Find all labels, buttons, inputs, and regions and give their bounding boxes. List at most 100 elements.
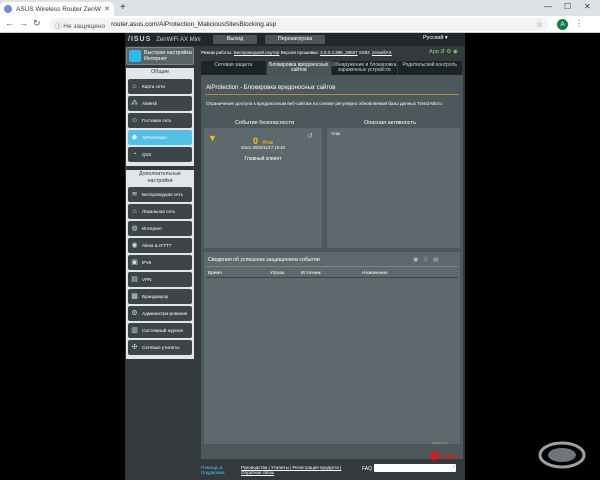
security-indicator[interactable]: ⓘ Не защищено bbox=[55, 20, 105, 30]
profile-avatar[interactable]: A bbox=[557, 19, 568, 30]
shield-icon: ◆ bbox=[131, 134, 138, 141]
sidebar-item-label: Гостевая сеть bbox=[142, 117, 172, 123]
faq-label: FAQ bbox=[362, 466, 373, 472]
quick-setup-button[interactable]: Быстрая настройка Интернет bbox=[126, 47, 194, 65]
sidebar-item-wireless[interactable]: ≋ Беспроводная сеть bbox=[128, 187, 192, 202]
lan-icon: ⌂ bbox=[132, 208, 137, 215]
top-client-label: Главный клиент bbox=[244, 156, 282, 162]
browser-toolbar: ← → ↻ ⓘ Не защищено router.asus.com/AiPr… bbox=[0, 16, 600, 33]
qos-icon: ◔ bbox=[132, 151, 137, 158]
sidebar-item-administration[interactable]: ⚙ Администри-рование bbox=[128, 306, 192, 321]
footer-links[interactable]: Руководства | Утилиты | Регистрация прод… bbox=[241, 465, 356, 475]
asus-logo[interactable]: /ISUS bbox=[128, 36, 151, 43]
sidebar-item-label: QoS bbox=[142, 151, 152, 157]
tab-parental-controls[interactable]: Родительский контроль bbox=[397, 61, 462, 75]
ssid-value[interactable]: zenwifiAX bbox=[372, 50, 392, 55]
status-icons: App ⇵ ⚙ ◉ bbox=[429, 49, 458, 55]
sidebar-item-label: Alexa & IFTTT bbox=[142, 242, 172, 248]
delete-icon[interactable]: ▯ bbox=[424, 257, 433, 263]
ipv6-icon: ▣ bbox=[131, 259, 138, 266]
status-bar: Режим работы: Беспроводной роутер Версия… bbox=[201, 50, 392, 55]
events-actions: ▣▯▤ bbox=[413, 257, 444, 263]
col-destination: Назначение bbox=[362, 270, 388, 275]
col-time: Время bbox=[208, 270, 222, 275]
reset-counter-icon[interactable]: ↺ bbox=[307, 132, 313, 140]
sidebar-item-qos[interactable]: ◔ QoS bbox=[128, 147, 192, 162]
router-ui: /ISUS ZenWiFi AX Mini Выход Перезагрузка… bbox=[125, 33, 465, 480]
tab-malicious-sites-blocking[interactable]: Блокировка вредоносных сайтов bbox=[266, 61, 331, 75]
sidebar-item-aimesh[interactable]: ⁂ AiMesh bbox=[128, 96, 192, 111]
address-bar[interactable]: ⓘ Не защищено router.asus.com/AiProtecti… bbox=[49, 18, 549, 31]
close-tab-icon[interactable]: ✕ bbox=[104, 5, 110, 13]
sidebar-item-label: Интернет bbox=[142, 225, 163, 231]
reboot-button[interactable]: Перезагрузка bbox=[265, 35, 325, 44]
reload-icon[interactable]: ↻ bbox=[33, 18, 41, 29]
sidebar-item-guest-network[interactable]: ☺ Гостевая сеть bbox=[128, 113, 192, 128]
language-select[interactable]: Русский ▾ bbox=[423, 35, 448, 41]
admin-icon: ⚙ bbox=[131, 310, 138, 317]
bookmark-star-icon[interactable]: ☆ bbox=[536, 20, 543, 29]
sidebar-item-label: AiMesh bbox=[142, 100, 158, 106]
favicon-icon bbox=[4, 5, 12, 13]
mode-value[interactable]: Беспроводной роутер bbox=[234, 50, 280, 55]
wan-status-icon[interactable]: ⇵ bbox=[440, 49, 445, 55]
wifi-status-icon[interactable]: ◉ bbox=[453, 49, 458, 55]
firmware-value[interactable]: 3.0.0.4.386_39507 bbox=[320, 50, 358, 55]
advanced-menu: ≋ Беспроводная сеть ⌂ Локальная сеть ◍ Инте… bbox=[126, 184, 194, 359]
sidebar-item-network-tools[interactable]: ✣ Сетевые утилиты bbox=[128, 340, 192, 355]
menu-kebab-icon[interactable]: ⋮ bbox=[575, 19, 583, 28]
tab-infected-device-blocking[interactable]: Обнаружение и блокировка зараженных устр… bbox=[332, 61, 397, 75]
trend-micro-icon bbox=[430, 451, 439, 460]
firewall-icon: ▦ bbox=[131, 293, 138, 300]
vpn-icon: ▤ bbox=[131, 276, 138, 283]
usb-status-icon[interactable]: ⚙ bbox=[446, 49, 451, 55]
app-label[interactable]: App bbox=[429, 49, 439, 55]
sidebar-item-label: Локальная сеть bbox=[142, 208, 176, 214]
logout-button[interactable]: Выход bbox=[213, 35, 257, 44]
export-icon[interactable]: ▤ bbox=[433, 257, 444, 263]
new-tab-button[interactable]: + bbox=[120, 2, 126, 14]
sidebar-item-ipv6[interactable]: ▣ IPv6 bbox=[128, 255, 192, 270]
threat-activity-box: Атак bbox=[327, 128, 460, 248]
sidebar-item-firewall[interactable]: ▦ Брандмауэр bbox=[128, 289, 192, 304]
advanced-section-header: Дополнительные настройки bbox=[126, 170, 194, 184]
footer: Помощь & Поддержка Руководства | Утилиты… bbox=[201, 462, 463, 478]
sidebar-item-aiprotection[interactable]: ◆ AiProtection bbox=[128, 130, 192, 145]
sidebar-item-label: Карта сети bbox=[142, 83, 165, 89]
sidebar-item-network-map[interactable]: ⌂ Карта сети bbox=[128, 79, 192, 94]
faq-search-input[interactable] bbox=[374, 464, 456, 472]
sidebar-item-lan[interactable]: ⌂ Локальная сеть bbox=[128, 204, 192, 219]
page-title: AiProtection - Блокировка вредоносных са… bbox=[206, 85, 336, 91]
ssid-label: SSID: bbox=[358, 50, 371, 55]
title-divider bbox=[205, 94, 459, 95]
alexa-icon: ◉ bbox=[131, 242, 138, 249]
forward-icon[interactable]: → bbox=[19, 18, 28, 28]
sidebar-item-system-log[interactable]: ▥ Системный журнал bbox=[128, 323, 192, 338]
tab-network-protection[interactable]: Сетевая защита bbox=[201, 61, 266, 75]
close-window-button[interactable]: ✕ bbox=[584, 2, 591, 11]
save-icon[interactable]: ▣ bbox=[413, 257, 424, 263]
aimesh-icon: ⁂ bbox=[131, 100, 138, 107]
router-header: /ISUS ZenWiFi AX Mini Выход Перезагрузка… bbox=[125, 33, 465, 46]
browser-tab[interactable]: ASUS Wireless Router ZenWiFi A ✕ bbox=[0, 2, 114, 16]
sidebar-item-alexa-ifttt[interactable]: ◉ Alexa & IFTTT bbox=[128, 238, 192, 253]
maximize-button[interactable]: ☐ bbox=[564, 2, 571, 11]
minimize-button[interactable]: — bbox=[544, 2, 552, 11]
back-icon[interactable]: ← bbox=[5, 18, 14, 28]
network-map-icon: ⌂ bbox=[132, 83, 137, 90]
sidebar-item-wan[interactable]: ◍ Интернет bbox=[128, 221, 192, 236]
sidebar-item-label: VPN bbox=[142, 276, 152, 282]
sidebar-item-label: Брандмауэр bbox=[142, 293, 169, 299]
help-support-link[interactable]: Помощь & Поддержка bbox=[201, 465, 237, 475]
trend-name: TREND bbox=[441, 454, 459, 460]
wand-icon bbox=[129, 50, 141, 62]
search-go-icon[interactable]: › bbox=[453, 464, 455, 470]
mode-label: Режим работы: bbox=[201, 50, 233, 55]
security-event-header: Событие безопасности bbox=[235, 120, 295, 126]
sidebar-item-vpn[interactable]: ▤ VPN bbox=[128, 272, 192, 287]
sidebar-item-label: Администри-рование bbox=[142, 310, 188, 316]
sidebar-item-label: Беспроводная сеть bbox=[142, 191, 184, 197]
browser-tab-strip: ASUS Wireless Router ZenWiFi A ✕ + — ☐ ✕ bbox=[0, 0, 600, 16]
security-event-box: ▼ 0 Атак Since 2020/11/17 15:40 ↺ Главны… bbox=[204, 128, 322, 248]
url-text[interactable]: router.asus.com/AiProtection_MaliciousSi… bbox=[111, 21, 276, 28]
